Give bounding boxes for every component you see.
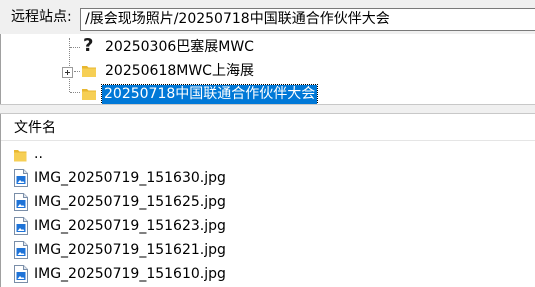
remote-directory-tree: ? 20250306巴塞展MWC 20250618MWC上海展 20250718… xyxy=(0,34,535,105)
tree-connector xyxy=(70,47,80,48)
file-name: .. xyxy=(34,146,43,162)
list-item-file[interactable]: IMG_20250719_151630.jpg xyxy=(1,166,535,190)
image-file-icon xyxy=(14,217,28,235)
file-name: IMG_20250719_151610.jpg xyxy=(34,266,226,282)
folder-icon xyxy=(14,145,28,163)
pane-splitter[interactable] xyxy=(0,104,535,114)
column-header-label: 文件名 xyxy=(14,120,56,136)
expand-plus-icon[interactable] xyxy=(62,67,73,78)
list-item-file[interactable]: IMG_20250719_151625.jpg xyxy=(1,190,535,214)
file-name: IMG_20250719_151625.jpg xyxy=(34,194,226,210)
column-header-filename[interactable]: 文件名 xyxy=(1,114,535,140)
image-file-icon xyxy=(14,193,28,211)
image-file-icon xyxy=(14,169,28,187)
header-divider xyxy=(1,140,535,141)
file-name: IMG_20250719_151621.jpg xyxy=(34,242,226,258)
tree-item-label: 20250618MWC上海展 xyxy=(105,63,254,79)
tree-item-mwc-barcelona[interactable]: ? 20250306巴塞展MWC xyxy=(1,36,535,58)
list-item-parent-directory[interactable]: .. xyxy=(1,142,535,166)
file-name: IMG_20250719_151630.jpg xyxy=(34,170,226,186)
list-item-file[interactable]: IMG_20250719_151621.jpg xyxy=(1,238,535,262)
image-file-icon xyxy=(14,265,28,283)
question-icon: ? xyxy=(83,35,94,56)
remote-site-label: 远程站点: xyxy=(11,9,72,25)
remote-site-bar: 远程站点: /展会现场照片/20250718中国联通合作伙伴大会 xyxy=(0,0,535,34)
tree-item-label-selected: 20250718中国联通合作伙伴大会 xyxy=(100,84,319,105)
tree-item-unicom-partner-conference[interactable]: 20250718中国联通合作伙伴大会 xyxy=(1,83,535,105)
tree-connector xyxy=(70,92,80,93)
list-item-file[interactable]: IMG_20250719_151610.jpg xyxy=(1,262,535,286)
file-name: IMG_20250719_151623.jpg xyxy=(34,218,226,234)
tree-item-mwc-shanghai[interactable]: 20250618MWC上海展 xyxy=(1,60,535,82)
image-file-icon xyxy=(14,241,28,259)
tree-item-label: 20250306巴塞展MWC xyxy=(105,39,254,55)
folder-icon xyxy=(81,86,97,102)
list-item-file[interactable]: IMG_20250719_151623.jpg xyxy=(1,214,535,238)
folder-icon xyxy=(81,63,97,79)
tree-connector xyxy=(74,71,80,72)
remote-file-list: 文件名 .. IMG_20250719_151630.jpg IMG_20250… xyxy=(0,114,535,287)
remote-site-path-input[interactable]: /展会现场照片/20250718中国联通合作伙伴大会 xyxy=(80,8,535,31)
